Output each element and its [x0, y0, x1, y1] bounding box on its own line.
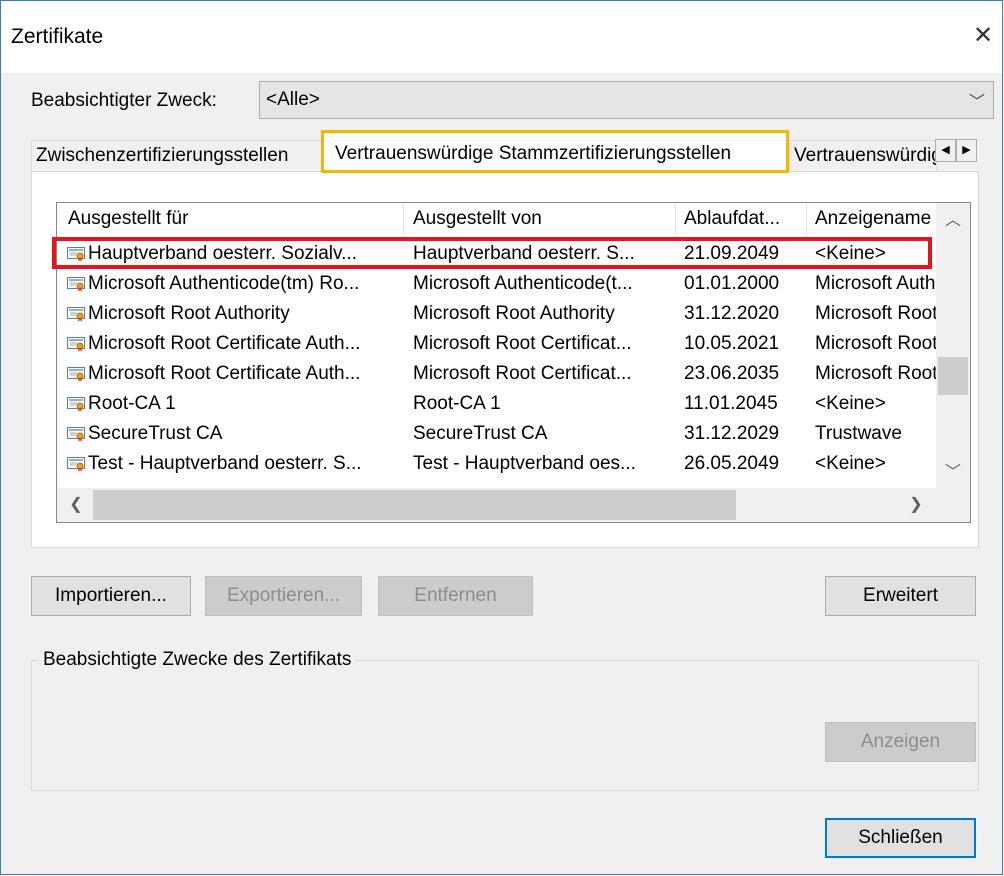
- chevron-down-icon: ﹀: [968, 94, 985, 111]
- scroll-down-icon[interactable]: ﹀: [936, 458, 970, 488]
- column-separator[interactable]: [675, 203, 676, 235]
- cell-issued-by: Microsoft Root Certificat...: [413, 363, 632, 384]
- table-row[interactable]: SecureTrust CA SecureTrust CA 31.12.2029…: [57, 420, 937, 450]
- column-header-issued-to[interactable]: Ausgestellt für: [68, 208, 398, 230]
- certificate-purposes-title: Beabsichtigte Zwecke des Zertifikats: [39, 649, 356, 671]
- cell-issued-by: Microsoft Root Certificat...: [413, 333, 632, 354]
- cell-issued-by: Test - Hauptverband oes...: [413, 453, 636, 474]
- cell-expiry: 31.12.2020: [684, 303, 780, 324]
- column-separator[interactable]: [806, 203, 807, 235]
- certificates-dialog: Zertifikate ✕ Beabsichtigter Zweck: <All…: [0, 0, 1003, 875]
- close-icon[interactable]: ✕: [963, 15, 1003, 57]
- cell-expiry: 11.01.2045: [684, 393, 778, 414]
- tab-strip: Zwischenzertifizierungsstellen Vertrauen…: [31, 126, 981, 173]
- table-row[interactable]: Microsoft Root Certificate Auth... Micro…: [57, 330, 937, 360]
- purpose-select[interactable]: <Alle> ﹀: [259, 81, 994, 119]
- cell-issued-by: SecureTrust CA: [413, 423, 548, 444]
- close-button[interactable]: Schließen: [825, 818, 976, 858]
- cell-expiry: 23.06.2035: [684, 363, 780, 384]
- tab-panel: Ausgestellt für Ausgestellt von Ablaufda…: [31, 171, 979, 548]
- cell-friendly-name: Microsoft Root: [815, 303, 936, 324]
- column-header-expiry[interactable]: Ablaufdat...: [684, 208, 802, 230]
- certificate-icon: [67, 277, 85, 292]
- table-row[interactable]: Test - Hauptverband oesterr. S... Test -…: [57, 450, 937, 480]
- certificate-icon: [67, 367, 85, 382]
- cell-friendly-name: Trustwave: [815, 423, 902, 444]
- tab-trusted-root-ca[interactable]: Vertrauenswürdige Stammzertifizierungsst…: [321, 130, 789, 173]
- tab-scroll-left-icon[interactable]: ◀: [935, 139, 956, 162]
- export-button[interactable]: Exportieren...: [205, 576, 362, 616]
- scroll-right-icon[interactable]: ❯: [899, 488, 933, 522]
- cell-issued-to: Microsoft Root Certificate Auth...: [88, 333, 361, 354]
- cell-friendly-name: Microsoft Root: [815, 333, 936, 354]
- horizontal-scroll-thumb[interactable]: [93, 490, 736, 520]
- remove-button[interactable]: Entfernen: [378, 576, 533, 616]
- cell-expiry: 31.12.2029: [684, 423, 780, 444]
- vertical-scroll-thumb[interactable]: [938, 357, 968, 395]
- cell-issued-to: Microsoft Authenticode(tm) Ro...: [88, 273, 360, 294]
- cell-friendly-name: <Keine>: [815, 453, 886, 474]
- certificate-icon: [67, 427, 85, 442]
- tab-scroll-right-icon[interactable]: ▶: [956, 139, 977, 162]
- tab-intermediate-ca[interactable]: Zwischenzertifizierungsstellen: [31, 140, 323, 172]
- table-row[interactable]: Microsoft Authenticode(tm) Ro... Microso…: [57, 270, 937, 300]
- table-row[interactable]: Microsoft Root Certificate Auth... Micro…: [57, 360, 937, 390]
- column-separator[interactable]: [403, 203, 404, 235]
- window-title: Zertifikate: [11, 25, 104, 48]
- tab-trusted-publishers[interactable]: Vertrauenswürdige Herausgeber: [789, 140, 937, 172]
- certificate-icon: [67, 337, 85, 352]
- table-row[interactable]: Root-CA 1 Root-CA 1 11.01.2045 <Keine>: [57, 390, 937, 420]
- purpose-label: Beabsichtigter Zweck:: [31, 90, 217, 111]
- cell-friendly-name: Microsoft Root: [815, 363, 936, 384]
- title-bar: Zertifikate ✕: [1, 1, 1002, 73]
- cell-issued-to: Test - Hauptverband oesterr. S...: [88, 453, 362, 474]
- cell-issued-to: Root-CA 1: [88, 393, 176, 414]
- horizontal-scrollbar[interactable]: ❮ ❯: [57, 488, 936, 522]
- cell-friendly-name: Microsoft Authenticode: [815, 273, 936, 294]
- cell-issued-to: SecureTrust CA: [88, 423, 223, 444]
- cell-issued-by: Microsoft Authenticode(t...: [413, 273, 633, 294]
- tab-scroll-arrows: ◀ ▶: [935, 139, 979, 163]
- column-header-friendly-name[interactable]: Anzeigename: [815, 208, 936, 230]
- cell-expiry: 01.01.2000: [684, 273, 780, 294]
- cell-issued-to: Microsoft Root Authority: [88, 303, 290, 324]
- advanced-button[interactable]: Erweitert: [825, 576, 976, 616]
- cell-expiry: 26.05.2049: [684, 453, 780, 474]
- certificate-icon: [67, 397, 85, 412]
- cell-issued-to: Microsoft Root Certificate Auth...: [88, 363, 361, 384]
- import-button[interactable]: Importieren...: [31, 576, 191, 616]
- scroll-up-icon[interactable]: ︿: [936, 206, 970, 236]
- cell-issued-by: Microsoft Root Authority: [413, 303, 615, 324]
- purpose-selected-value: <Alle>: [266, 89, 320, 110]
- cell-friendly-name: <Keine>: [815, 393, 886, 414]
- scroll-left-icon[interactable]: ❮: [59, 488, 93, 522]
- cell-expiry: 10.05.2021: [684, 333, 780, 354]
- table-row[interactable]: Microsoft Root Authority Microsoft Root …: [57, 300, 937, 330]
- vertical-scrollbar[interactable]: ︿ ﹀: [936, 203, 970, 488]
- cell-issued-by: Root-CA 1: [413, 393, 501, 414]
- view-button[interactable]: Anzeigen: [825, 722, 976, 762]
- scrollbar-corner: [936, 488, 970, 522]
- certificate-icon: [67, 307, 85, 322]
- row-highlight-box: [52, 237, 932, 269]
- certificate-icon: [67, 457, 85, 472]
- column-header-issued-by[interactable]: Ausgestellt von: [413, 208, 673, 230]
